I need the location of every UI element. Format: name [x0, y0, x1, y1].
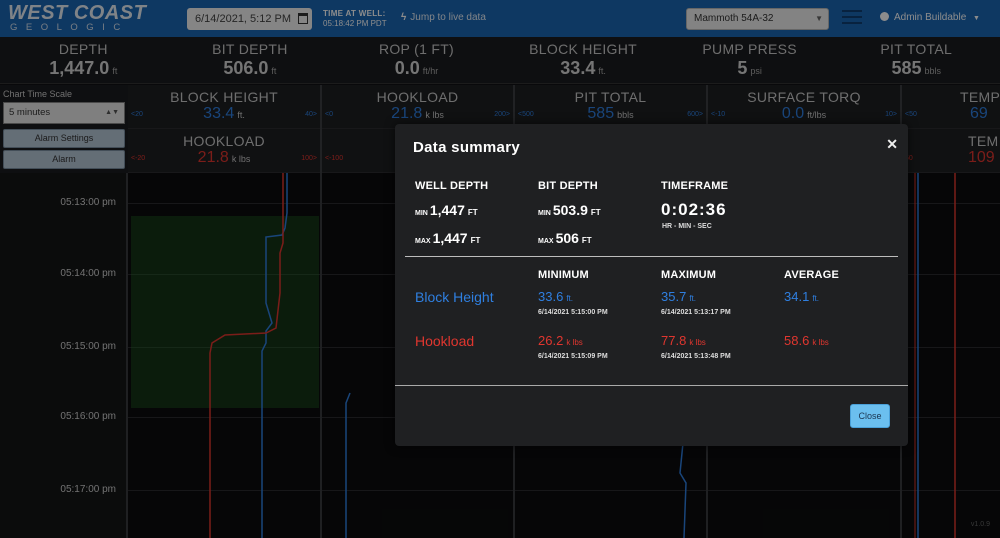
value-unit: ft. [566, 294, 573, 303]
close-icon[interactable]: ✕ [886, 136, 898, 153]
depth-unit: FT [590, 208, 601, 217]
bit-depth-label: BIT DEPTH [538, 180, 598, 192]
hookload-max-time: 6/14/2021 5:13:48 PM [661, 353, 731, 360]
hookload-max: 77.8 k lbs [661, 333, 706, 348]
depth-unit: FT [581, 236, 592, 245]
value-number: 33.6 [538, 289, 564, 304]
timeframe-value: 0:02:36 [661, 200, 727, 219]
min-label: MIN [415, 210, 428, 217]
row-label-block-height: Block Height [415, 289, 494, 305]
block-height-max: 35.7 ft. [661, 289, 696, 304]
value-unit: ft. [812, 294, 819, 303]
block-height-min: 33.6 ft. [538, 289, 573, 304]
row-label-hookload: Hookload [415, 333, 475, 349]
bit-depth-max-value: 506 [555, 230, 579, 246]
value-number: 35.7 [661, 289, 687, 304]
close-button[interactable]: Close [850, 404, 890, 428]
depth-unit: FT [467, 208, 478, 217]
bit-depth-max: MAX 506 FT [538, 230, 592, 246]
value-number: 26.2 [538, 333, 564, 348]
min-label: MIN [538, 210, 551, 217]
block-height-min-time: 6/14/2021 5:15:00 PM [538, 309, 608, 316]
app-root: WEST COAST GEOLOGIC 6/14/2021, 5:12 PM T… [0, 0, 1000, 538]
value-unit: k lbs [689, 338, 706, 347]
hookload-min: 26.2 k lbs [538, 333, 583, 348]
value-unit: ft. [689, 294, 696, 303]
block-height-avg: 34.1 ft. [784, 289, 819, 304]
modal-footer-divider [395, 385, 908, 386]
col-minimum-header: MINIMUM [538, 269, 589, 281]
value-unit: k lbs [812, 338, 829, 347]
bit-depth-min: MIN 503.9 FT [538, 202, 601, 218]
well-depth-max: MAX 1,447 FT [415, 230, 480, 246]
hookload-avg: 58.6 k lbs [784, 333, 829, 348]
modal-title: Data summary [413, 139, 520, 156]
block-height-max-time: 6/14/2021 5:13:17 PM [661, 309, 731, 316]
col-maximum-header: MAXIMUM [661, 269, 717, 281]
value-number: 77.8 [661, 333, 687, 348]
max-label: MAX [538, 238, 554, 245]
data-summary-modal: Data summary ✕ WELL DEPTH BIT DEPTH TIME… [395, 124, 908, 446]
value-unit: k lbs [566, 338, 583, 347]
value-number: 58.6 [784, 333, 810, 348]
well-depth-max-value: 1,447 [432, 230, 468, 246]
value-number: 34.1 [784, 289, 810, 304]
well-depth-label: WELL DEPTH [415, 180, 489, 192]
modal-divider [405, 256, 898, 257]
hookload-min-time: 6/14/2021 5:15:09 PM [538, 353, 608, 360]
max-label: MAX [415, 238, 431, 245]
depth-unit: FT [470, 236, 481, 245]
timeframe-units: HR - MIN - SEC [662, 223, 712, 230]
timeframe-label: TIMEFRAME [661, 180, 729, 192]
well-depth-min: MIN 1,447 FT [415, 202, 478, 218]
well-depth-min-value: 1,447 [429, 202, 465, 218]
col-average-header: AVERAGE [784, 269, 839, 281]
bit-depth-min-value: 503.9 [552, 202, 588, 218]
